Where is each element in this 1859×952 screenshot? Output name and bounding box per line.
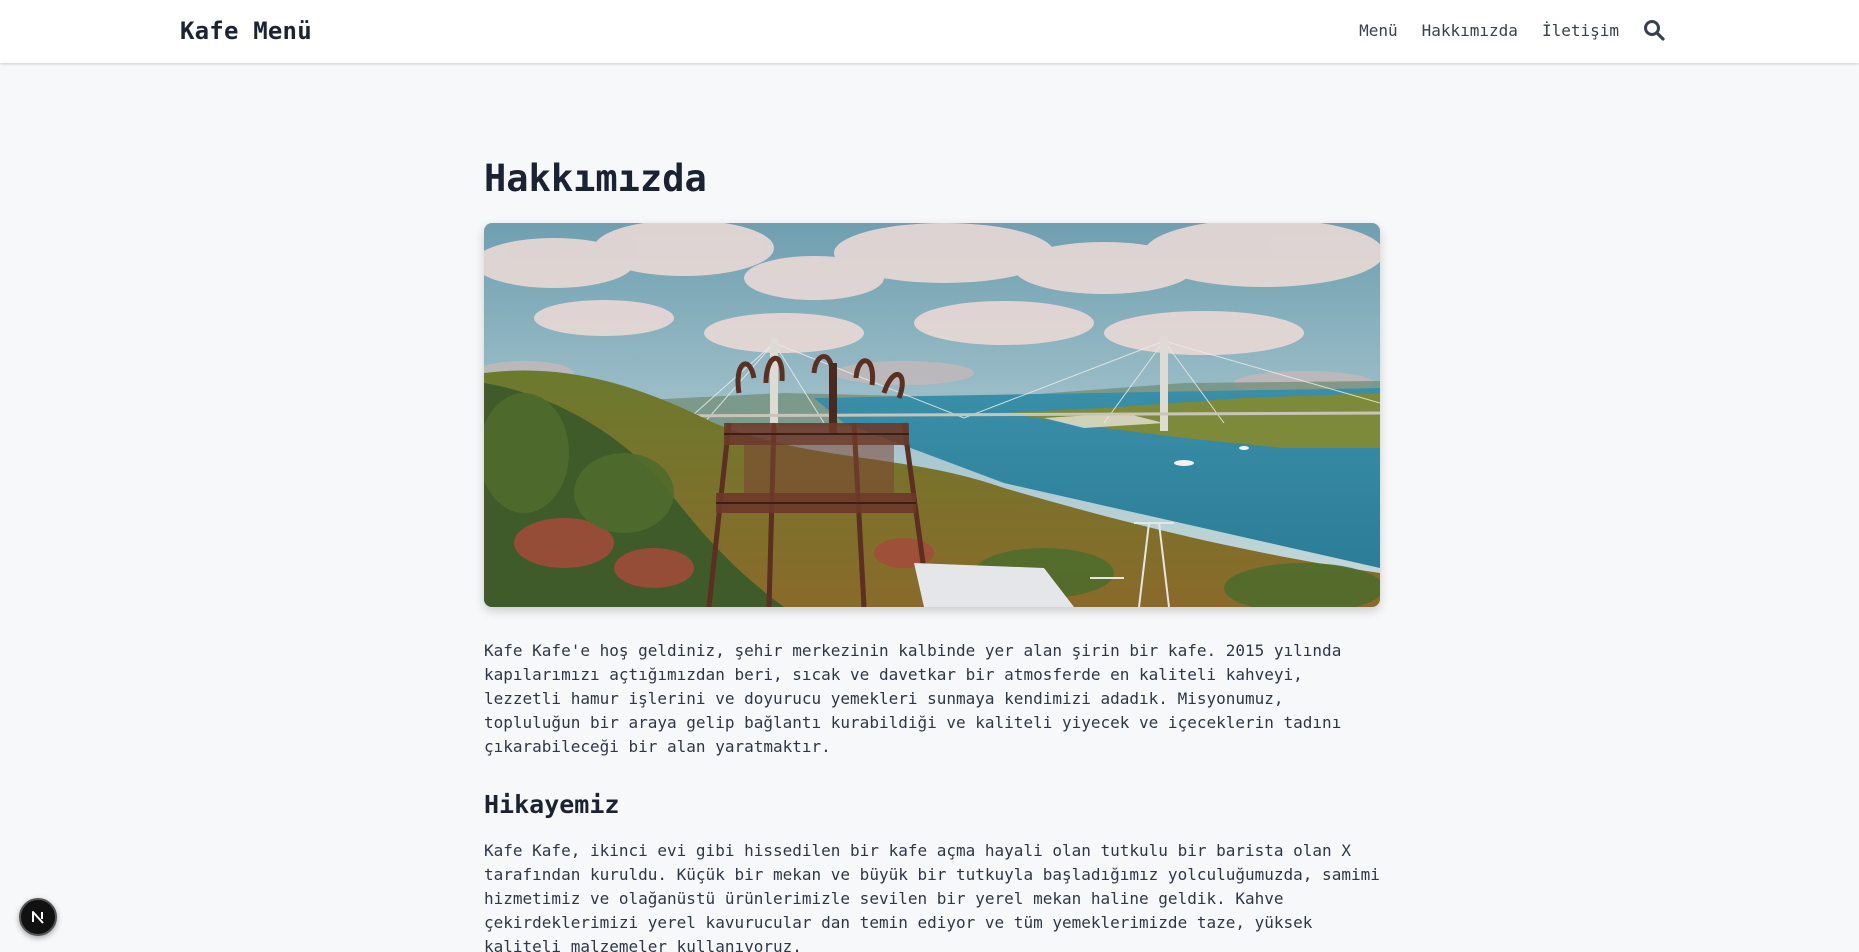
search-icon[interactable]	[1643, 19, 1665, 41]
nav-link-menu[interactable]: Menü	[1359, 21, 1398, 40]
intro-paragraph: Kafe Kafe'e hoş geldiniz, şehir merkezin…	[484, 641, 1342, 756]
page-title: Hakkımızda	[484, 157, 707, 200]
nav-links: Menü Hakkımızda İletişim	[1359, 19, 1665, 41]
hero-image	[484, 223, 1380, 607]
nextjs-n-icon[interactable]	[19, 898, 57, 936]
story-paragraph: Kafe Kafe, ikinci evi gibi hissedilen bi…	[484, 841, 1380, 952]
brand-logo-link[interactable]: Kafe Menü	[180, 17, 312, 45]
top-navbar: Kafe Menü Menü Hakkımızda İletişim	[0, 0, 1859, 63]
nav-link-contact[interactable]: İletişim	[1542, 21, 1619, 40]
story-heading: Hikayemiz	[484, 790, 620, 819]
nav-link-about[interactable]: Hakkımızda	[1422, 21, 1518, 40]
